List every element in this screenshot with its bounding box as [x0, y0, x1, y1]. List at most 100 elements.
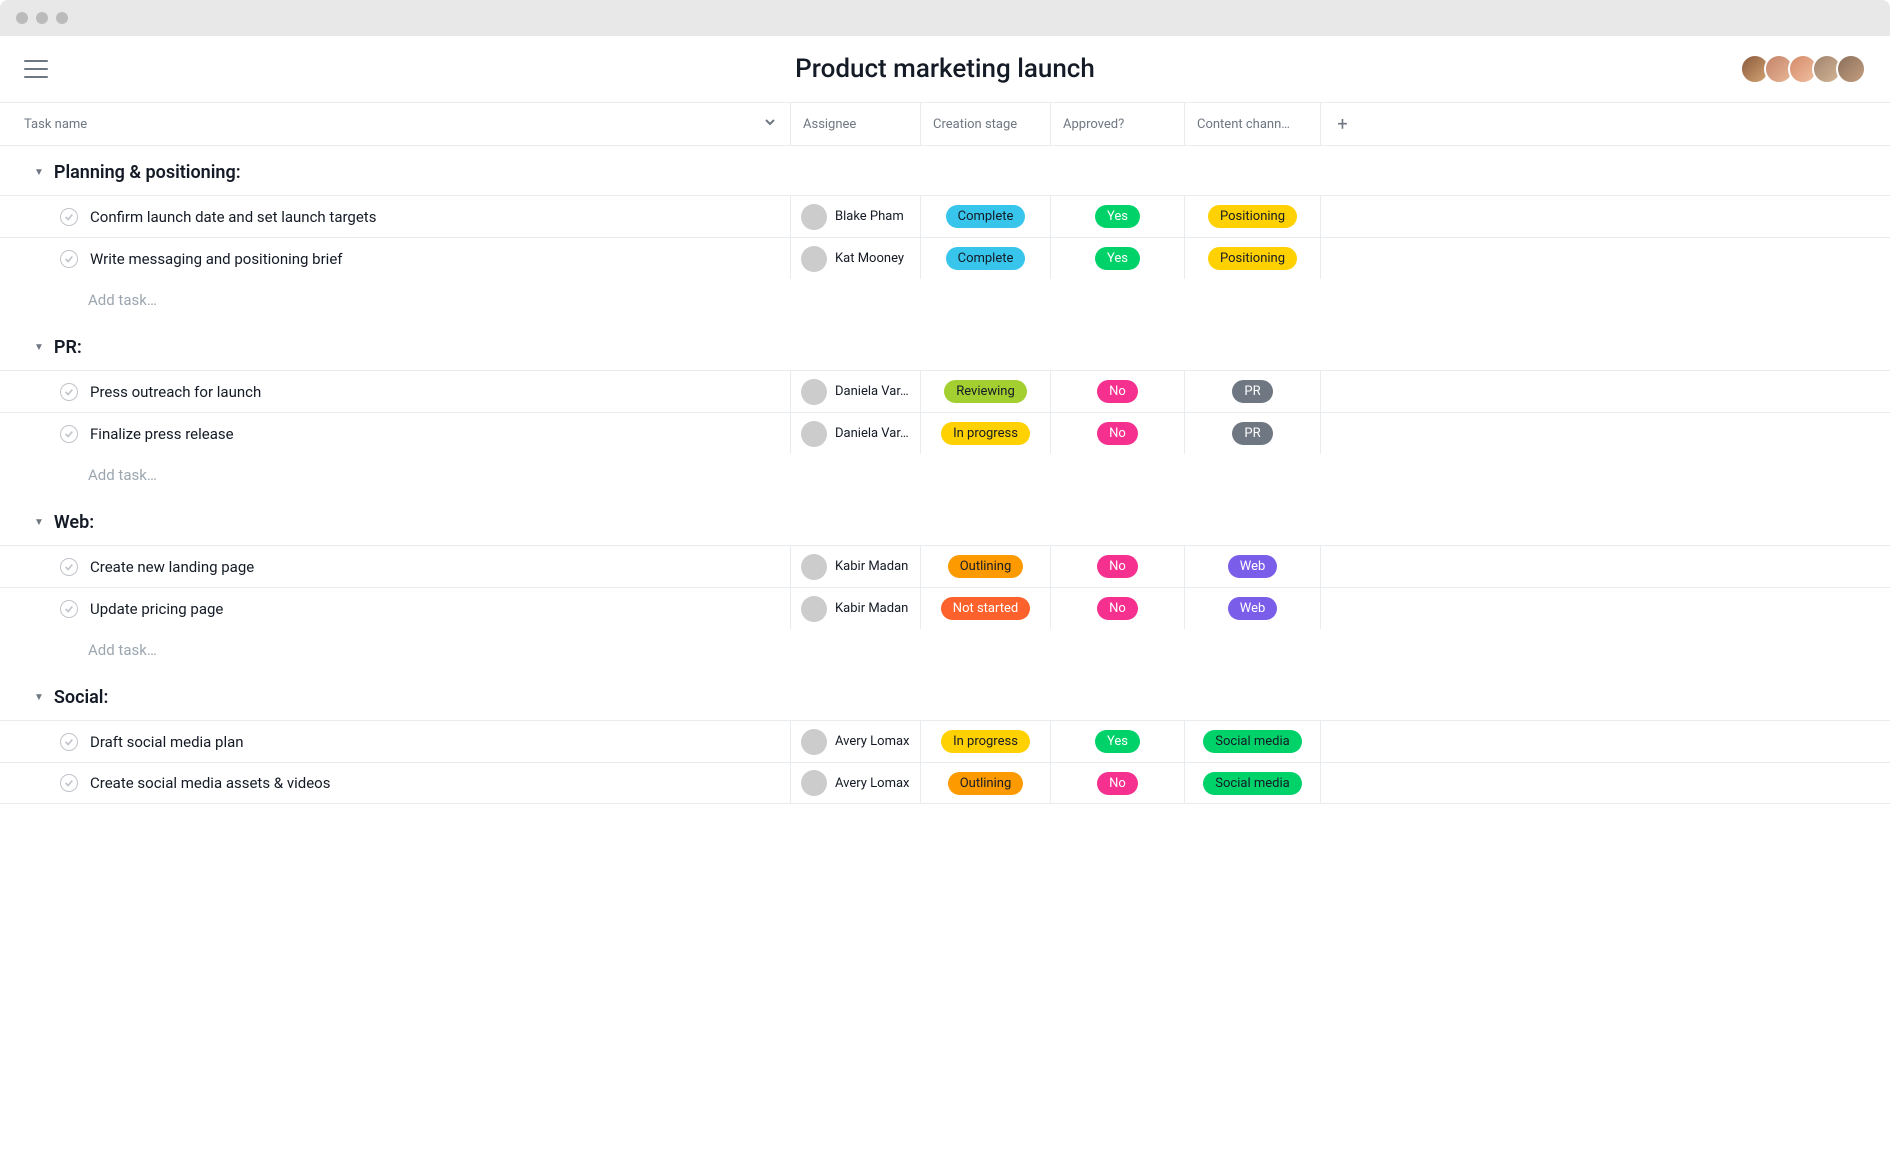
- task-row[interactable]: Create new landing page Kabir Madan Outl…: [0, 545, 1890, 587]
- column-header-stage[interactable]: Creation stage: [920, 103, 1050, 145]
- columns-header: Task name Assignee Creation stage Approv…: [0, 102, 1890, 146]
- avatar[interactable]: [1836, 54, 1866, 84]
- row-tail-cell: [1320, 588, 1364, 629]
- column-header-approved[interactable]: Approved?: [1050, 103, 1184, 145]
- approved-cell[interactable]: Yes: [1050, 196, 1184, 237]
- approved-cell[interactable]: No: [1050, 588, 1184, 629]
- assignee-cell[interactable]: Kabir Madan: [790, 546, 920, 587]
- task-name: Press outreach for launch: [90, 383, 261, 401]
- column-header-task[interactable]: Task name: [0, 117, 790, 132]
- collapse-triangle-icon[interactable]: ▼: [34, 167, 44, 178]
- assignee-cell[interactable]: Blake Pham: [790, 196, 920, 237]
- stage-cell[interactable]: Outlining: [920, 763, 1050, 803]
- stage-cell[interactable]: Outlining: [920, 546, 1050, 587]
- approved-pill: Yes: [1095, 247, 1140, 270]
- assignee-cell[interactable]: Kat Mooney: [790, 238, 920, 279]
- channel-cell[interactable]: PR: [1184, 413, 1320, 454]
- window-dot-close[interactable]: [16, 12, 28, 24]
- stage-cell[interactable]: Complete: [920, 238, 1050, 279]
- complete-check-icon[interactable]: [60, 600, 78, 618]
- collapse-triangle-icon[interactable]: ▼: [34, 692, 44, 703]
- section-header[interactable]: ▼ Planning & positioning:: [0, 146, 1890, 195]
- task-name-cell[interactable]: Write messaging and positioning brief: [0, 250, 790, 268]
- assignee-avatar: [801, 246, 827, 272]
- channel-cell[interactable]: Positioning: [1184, 196, 1320, 237]
- assignee-cell[interactable]: Daniela Var…: [790, 371, 920, 412]
- section-title: PR:: [54, 337, 82, 358]
- column-header-assignee[interactable]: Assignee: [790, 103, 920, 145]
- plus-icon: +: [1337, 114, 1347, 135]
- task-name-cell[interactable]: Press outreach for launch: [0, 383, 790, 401]
- task-row[interactable]: Finalize press release Daniela Var… In p…: [0, 412, 1890, 454]
- task-name-cell[interactable]: Create social media assets & videos: [0, 774, 790, 792]
- complete-check-icon[interactable]: [60, 208, 78, 226]
- approved-cell[interactable]: No: [1050, 546, 1184, 587]
- task-name-cell[interactable]: Confirm launch date and set launch targe…: [0, 208, 790, 226]
- window-dot-minimize[interactable]: [36, 12, 48, 24]
- column-label: Content chann…: [1197, 117, 1290, 132]
- task-row[interactable]: Draft social media plan Avery Lomax In p…: [0, 720, 1890, 762]
- collapse-triangle-icon[interactable]: ▼: [34, 342, 44, 353]
- complete-check-icon[interactable]: [60, 383, 78, 401]
- approved-pill: No: [1097, 597, 1138, 620]
- task-name-cell[interactable]: Draft social media plan: [0, 733, 790, 751]
- channel-cell[interactable]: Social media: [1184, 763, 1320, 803]
- assignee-name: Kabir Madan: [835, 601, 908, 616]
- approved-cell[interactable]: No: [1050, 371, 1184, 412]
- stage-cell[interactable]: In progress: [920, 721, 1050, 762]
- section-title: Planning & positioning:: [54, 162, 241, 183]
- task-row[interactable]: Update pricing page Kabir Madan Not star…: [0, 587, 1890, 629]
- approved-cell[interactable]: Yes: [1050, 721, 1184, 762]
- task-row[interactable]: Create social media assets & videos Aver…: [0, 762, 1890, 804]
- channel-cell[interactable]: Positioning: [1184, 238, 1320, 279]
- window-dot-zoom[interactable]: [56, 12, 68, 24]
- complete-check-icon[interactable]: [60, 558, 78, 576]
- add-column-button[interactable]: +: [1320, 103, 1364, 145]
- assignee-cell[interactable]: Avery Lomax: [790, 721, 920, 762]
- complete-check-icon[interactable]: [60, 774, 78, 792]
- section-header[interactable]: ▼ Web:: [0, 496, 1890, 545]
- task-name-cell[interactable]: Create new landing page: [0, 558, 790, 576]
- approved-cell[interactable]: No: [1050, 763, 1184, 803]
- section-header[interactable]: ▼ Social:: [0, 671, 1890, 720]
- stage-cell[interactable]: In progress: [920, 413, 1050, 454]
- channel-cell[interactable]: Web: [1184, 588, 1320, 629]
- task-name: Create new landing page: [90, 558, 254, 576]
- task-name: Create social media assets & videos: [90, 774, 330, 792]
- channel-cell[interactable]: Social media: [1184, 721, 1320, 762]
- approved-cell[interactable]: Yes: [1050, 238, 1184, 279]
- assignee-cell[interactable]: Avery Lomax: [790, 763, 920, 803]
- stage-cell[interactable]: Complete: [920, 196, 1050, 237]
- task-name: Write messaging and positioning brief: [90, 250, 343, 268]
- complete-check-icon[interactable]: [60, 425, 78, 443]
- assignee-avatar: [801, 204, 827, 230]
- task-name-cell[interactable]: Finalize press release: [0, 425, 790, 443]
- task-name-cell[interactable]: Update pricing page: [0, 600, 790, 618]
- collapse-triangle-icon[interactable]: ▼: [34, 517, 44, 528]
- task-row[interactable]: Write messaging and positioning brief Ka…: [0, 237, 1890, 279]
- assignee-name: Daniela Var…: [835, 426, 909, 441]
- assignee-cell[interactable]: Daniela Var…: [790, 413, 920, 454]
- add-task-button[interactable]: Add task…: [0, 629, 1890, 671]
- hamburger-menu-icon[interactable]: [24, 60, 48, 78]
- complete-check-icon[interactable]: [60, 733, 78, 751]
- task-row[interactable]: Press outreach for launch Daniela Var… R…: [0, 370, 1890, 412]
- section-header[interactable]: ▼ PR:: [0, 321, 1890, 370]
- add-task-button[interactable]: Add task…: [0, 454, 1890, 496]
- stage-cell[interactable]: Reviewing: [920, 371, 1050, 412]
- approved-cell[interactable]: No: [1050, 413, 1184, 454]
- channel-cell[interactable]: PR: [1184, 371, 1320, 412]
- channel-pill: PR: [1232, 422, 1272, 445]
- stage-pill: Not started: [941, 597, 1030, 620]
- chevron-down-icon: [764, 116, 776, 132]
- stage-pill: Outlining: [948, 772, 1024, 795]
- task-row[interactable]: Confirm launch date and set launch targe…: [0, 195, 1890, 237]
- stage-cell[interactable]: Not started: [920, 588, 1050, 629]
- assignee-name: Kabir Madan: [835, 559, 908, 574]
- assignee-cell[interactable]: Kabir Madan: [790, 588, 920, 629]
- channel-cell[interactable]: Web: [1184, 546, 1320, 587]
- add-task-button[interactable]: Add task…: [0, 279, 1890, 321]
- row-tail-cell: [1320, 238, 1364, 279]
- complete-check-icon[interactable]: [60, 250, 78, 268]
- column-header-channel[interactable]: Content chann…: [1184, 103, 1320, 145]
